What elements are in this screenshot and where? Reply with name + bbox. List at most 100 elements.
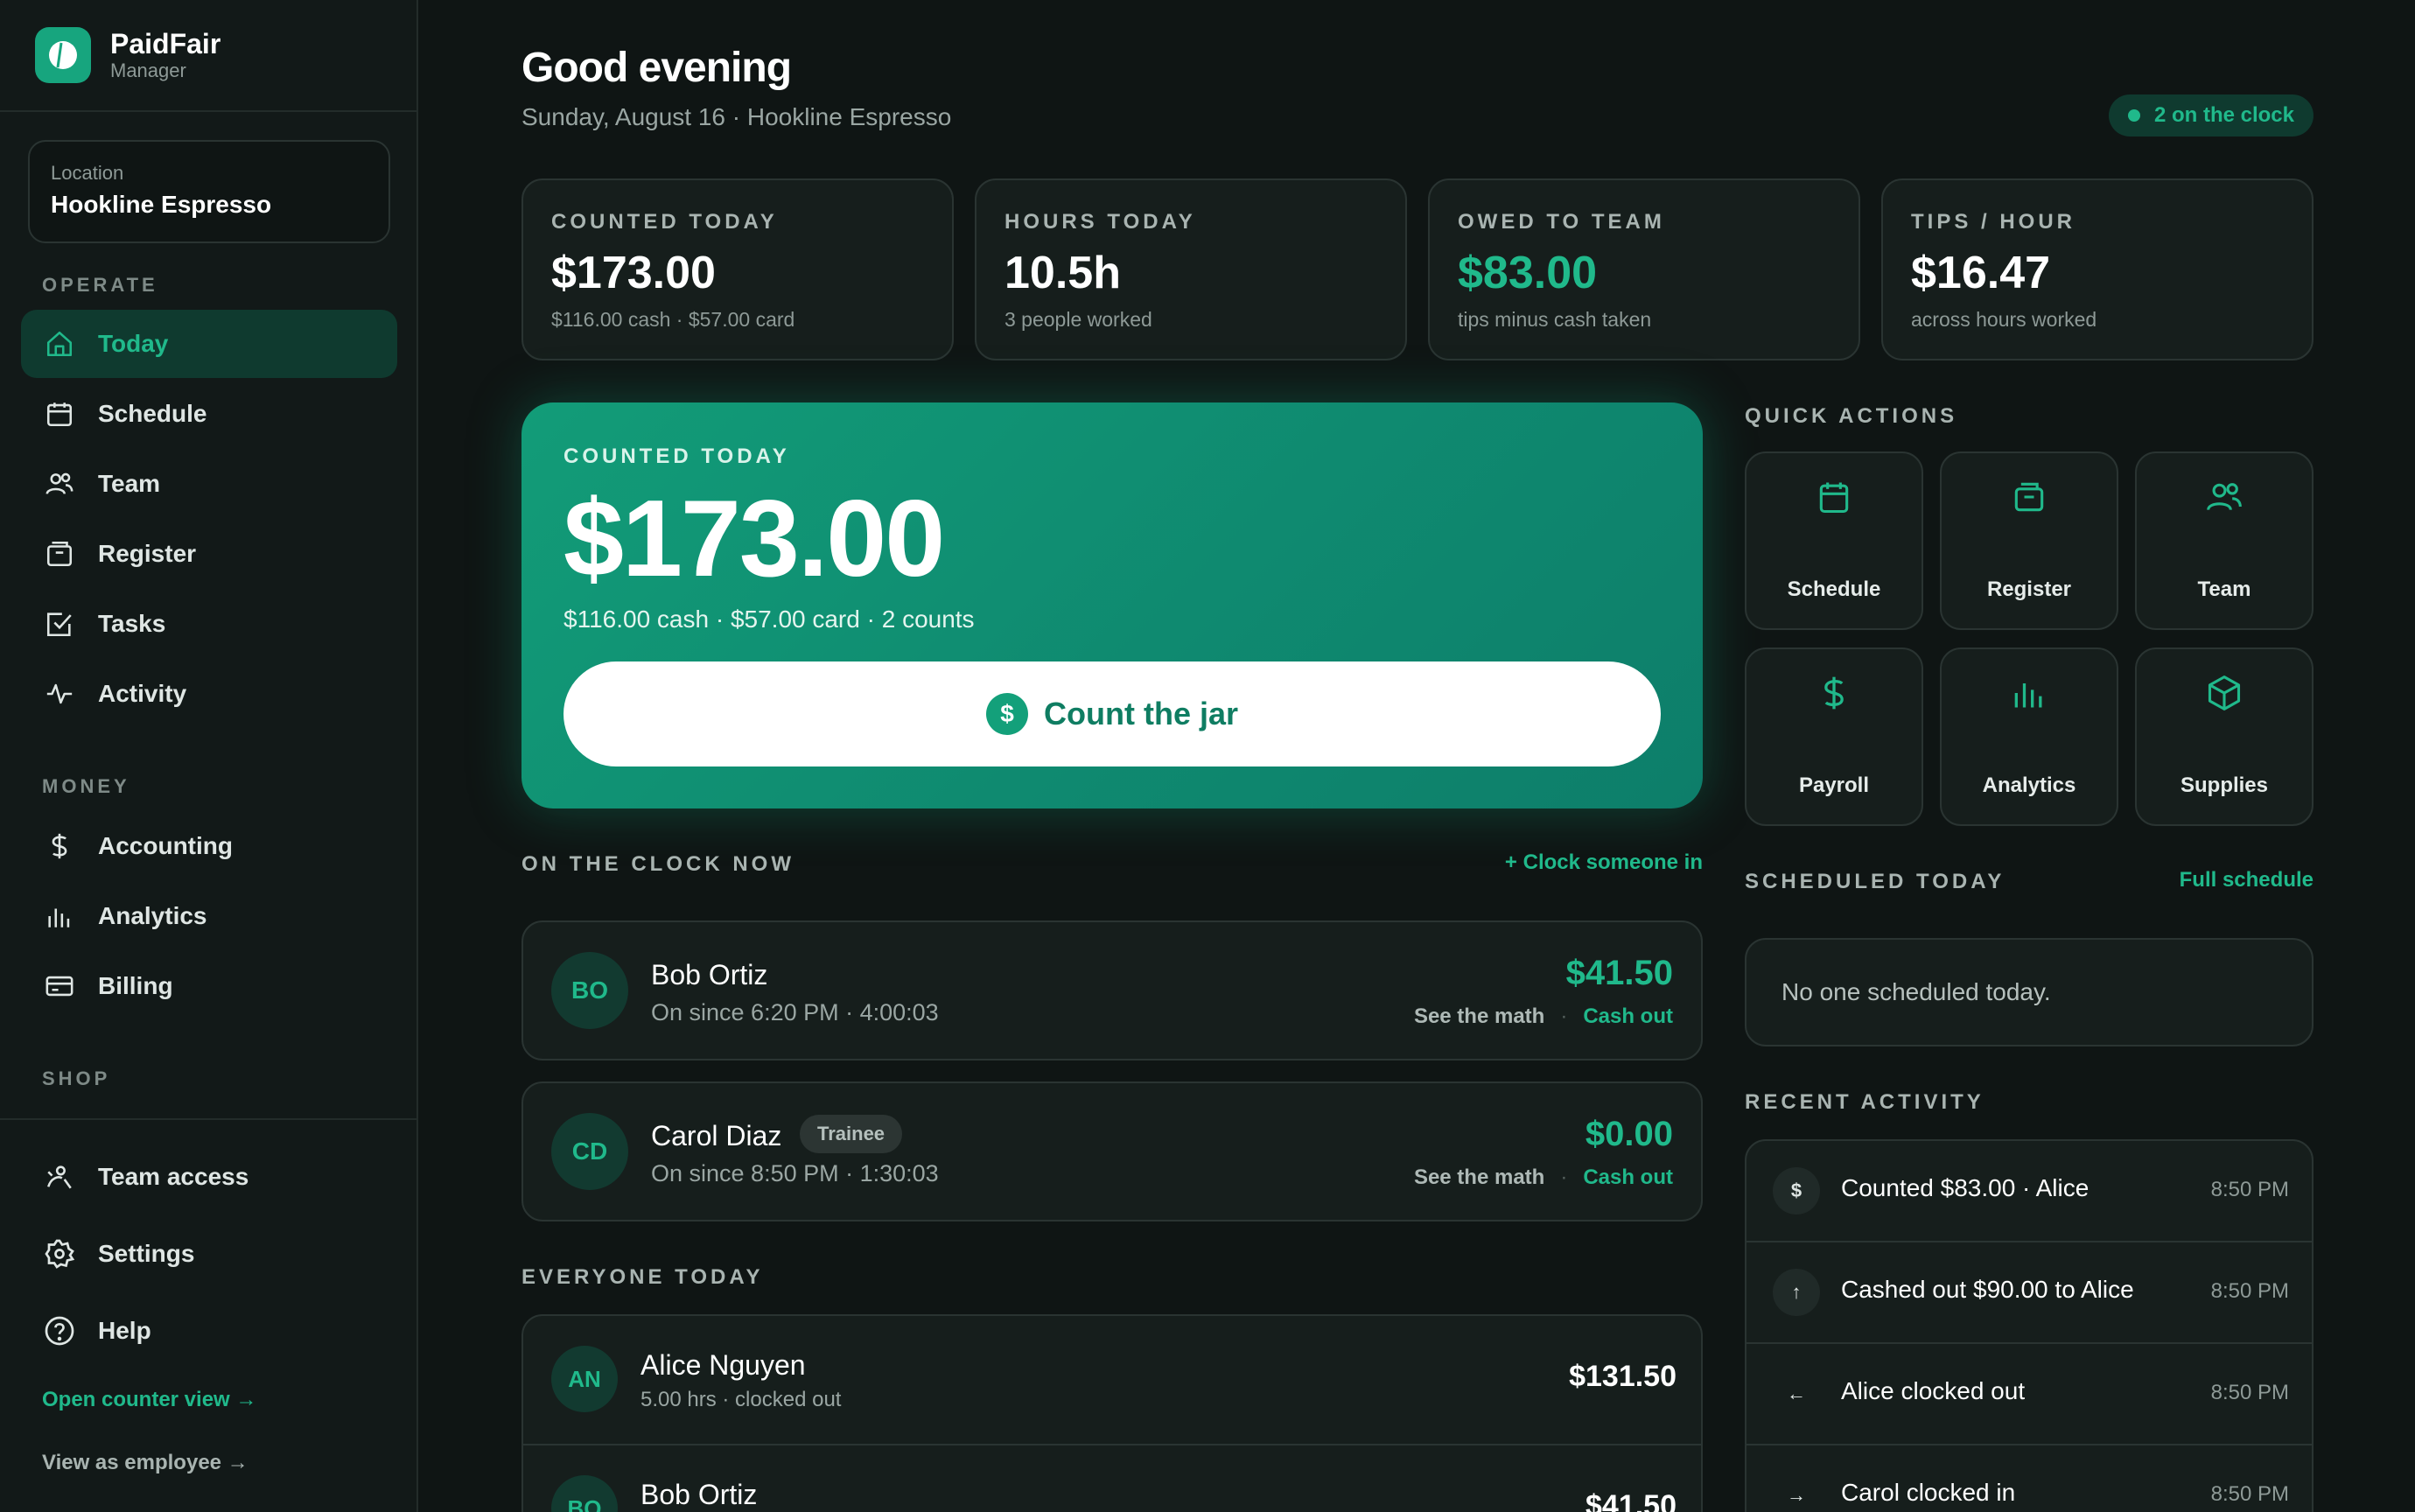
sidebar-item-team-access[interactable]: Team access [21, 1143, 397, 1211]
clock-in-link[interactable]: + Clock someone in [1505, 850, 1703, 875]
sidebar-item-team[interactable]: Team [21, 450, 397, 518]
bar-chart-icon [42, 899, 77, 934]
stat-sub: across hours worked [1911, 308, 2097, 331]
arrow-up-icon: ↑ [1773, 1269, 1820, 1316]
quick-action-label: Team [2197, 578, 2251, 601]
activity-item[interactable]: → Carol clocked in 8:50 PM [1746, 1446, 2312, 1512]
sidebar-item-label: Team [98, 470, 161, 497]
gear-icon [42, 1236, 77, 1271]
brand[interactable]: PaidFair Manager [35, 26, 220, 84]
scheduled-empty-state: No one scheduled today. [1745, 938, 2314, 1046]
sidebar-item-label: Tasks [98, 610, 166, 637]
sidebar-item-label: Activity [98, 680, 187, 707]
help-icon [42, 1313, 77, 1348]
stat-sub: $116.00 cash · $57.00 card [551, 308, 795, 331]
quick-action-supplies[interactable]: Supplies [2135, 648, 2314, 826]
open-counter-link[interactable]: Open counter view → [42, 1388, 256, 1412]
see-math-link[interactable]: See the math [1414, 1004, 1544, 1029]
quick-action-label: Supplies [2180, 774, 2269, 797]
section-money: MONEY [42, 775, 130, 797]
sidebar-item-label: Schedule [98, 400, 207, 427]
divider [0, 1118, 418, 1120]
sidebar-item-label: Help [98, 1317, 151, 1344]
users-icon [42, 466, 77, 501]
stat-label: COUNTED TODAY [551, 210, 778, 234]
quick-action-register[interactable]: Register [1940, 452, 2118, 630]
quick-action-analytics[interactable]: Analytics [1940, 648, 2118, 826]
app-role: Manager [110, 60, 186, 81]
earned-amount: $41.50 [1586, 1489, 1676, 1512]
list-item[interactable]: CD Carol Diaz Trainee On since 8:50 PM ·… [522, 1082, 1703, 1222]
view-as-employee-link[interactable]: View as employee → [42, 1451, 248, 1475]
sidebar-item-billing[interactable]: Billing [21, 952, 397, 1020]
list-item[interactable]: AN Alice Nguyen 5.00 hrs · clocked out $… [523, 1316, 1701, 1444]
quick-action-schedule[interactable]: Schedule [1745, 452, 1923, 630]
quick-action-label: Schedule [1787, 578, 1881, 601]
person-meta: On since 6:20 PM · 4:00:03 [651, 999, 939, 1026]
section-operate: OPERATE [42, 274, 158, 296]
separator: · [1560, 1166, 1568, 1189]
sidebar-item-label: Billing [98, 972, 173, 999]
earned-amount: $131.50 [1569, 1360, 1676, 1393]
pulse-icon [42, 676, 77, 711]
quick-action-team[interactable]: Team [2135, 452, 2314, 630]
quick-action-label: Analytics [1982, 774, 2076, 797]
stat-value: 10.5h [1004, 248, 1121, 298]
activity-time: 8:50 PM [2210, 1381, 2289, 1404]
section-shop: SHOP [42, 1068, 111, 1089]
everyone-list: AN Alice Nguyen 5.00 hrs · clocked out $… [522, 1314, 1703, 1512]
sidebar-item-help[interactable]: Help [21, 1297, 397, 1365]
location-selector[interactable]: Location Hookline Espresso [28, 140, 390, 243]
calendar-icon [1746, 478, 1922, 516]
quick-action-payroll[interactable]: Payroll [1745, 648, 1923, 826]
activity-list: $ Counted $83.00 · Alice 8:50 PM ↑ Cashe… [1745, 1139, 2314, 1512]
count-jar-label: Count the jar [1044, 696, 1238, 732]
stat-card-counted: COUNTED TODAY $173.00 $116.00 cash · $57… [522, 178, 954, 360]
activity-text: Carol clocked in [1841, 1479, 2016, 1506]
activity-item[interactable]: ← Alice clocked out 8:50 PM [1746, 1344, 2312, 1444]
sidebar-item-today[interactable]: Today [21, 310, 397, 378]
sidebar-item-label: Register [98, 540, 197, 567]
hero-sub: $116.00 cash · $57.00 card · 2 counts [564, 606, 975, 633]
sidebar-item-activity[interactable]: Activity [21, 660, 397, 728]
sidebar-item-tasks[interactable]: Tasks [21, 590, 397, 658]
sidebar-item-settings[interactable]: Settings [21, 1220, 397, 1288]
stat-label: TIPS / HOUR [1911, 210, 2076, 234]
avatar: AN [551, 1346, 618, 1412]
list-item[interactable]: BO Bob Ortiz On since 6:20 PM · 4:00:03 … [522, 920, 1703, 1060]
cash-out-link[interactable]: Cash out [1583, 1166, 1673, 1190]
activity-item[interactable]: $ Counted $83.00 · Alice 8:50 PM [1746, 1141, 2312, 1241]
person-meta: On since 8:50 PM · 1:30:03 [651, 1160, 939, 1186]
sidebar-item-label: Settings [98, 1240, 195, 1267]
stat-value: $83.00 [1458, 248, 1598, 298]
arrow-right-icon: → [1787, 1484, 1806, 1506]
stat-value: $16.47 [1911, 248, 2051, 298]
sidebar-item-analytics[interactable]: Analytics [21, 882, 397, 950]
count-jar-button[interactable]: $ Count the jar [564, 662, 1661, 766]
team-access-icon [42, 1159, 77, 1194]
on-clock-badge[interactable]: 2 on the clock [2108, 94, 2314, 136]
activity-time: 8:50 PM [2210, 1482, 2289, 1506]
divider [0, 110, 418, 112]
activity-item[interactable]: ↑ Cashed out $90.00 to Alice 8:50 PM [1746, 1242, 2312, 1342]
stat-card-tips-hour: TIPS / HOUR $16.47 across hours worked [1881, 178, 2314, 360]
trainee-badge: Trainee [800, 1115, 903, 1153]
sidebar-item-register[interactable]: Register [21, 520, 397, 588]
section-everyone: EVERYONE TODAY [522, 1265, 764, 1289]
cash-out-link[interactable]: Cash out [1583, 1004, 1673, 1029]
list-item[interactable]: BO Bob Ortiz $41.50 [523, 1446, 1701, 1512]
stat-value: $173.00 [551, 248, 716, 298]
see-math-link[interactable]: See the math [1414, 1166, 1544, 1190]
arrow-left-icon: ← [1787, 1382, 1806, 1404]
register-icon [42, 536, 77, 571]
full-schedule-link[interactable]: Full schedule [2180, 868, 2314, 892]
sidebar-item-accounting[interactable]: Accounting [21, 812, 397, 880]
avatar: CD [551, 1113, 628, 1190]
sidebar-item-schedule[interactable]: Schedule [21, 380, 397, 448]
owed-amount: $0.00 [1585, 1115, 1673, 1153]
stat-card-hours: HOURS TODAY 10.5h 3 people worked [975, 178, 1407, 360]
section-quick-actions: QUICK ACTIONS [1745, 404, 1958, 428]
quick-action-label: Payroll [1798, 774, 1870, 797]
row-actions: See the math · Cash out [1414, 1166, 1673, 1190]
logo-icon [35, 27, 91, 83]
